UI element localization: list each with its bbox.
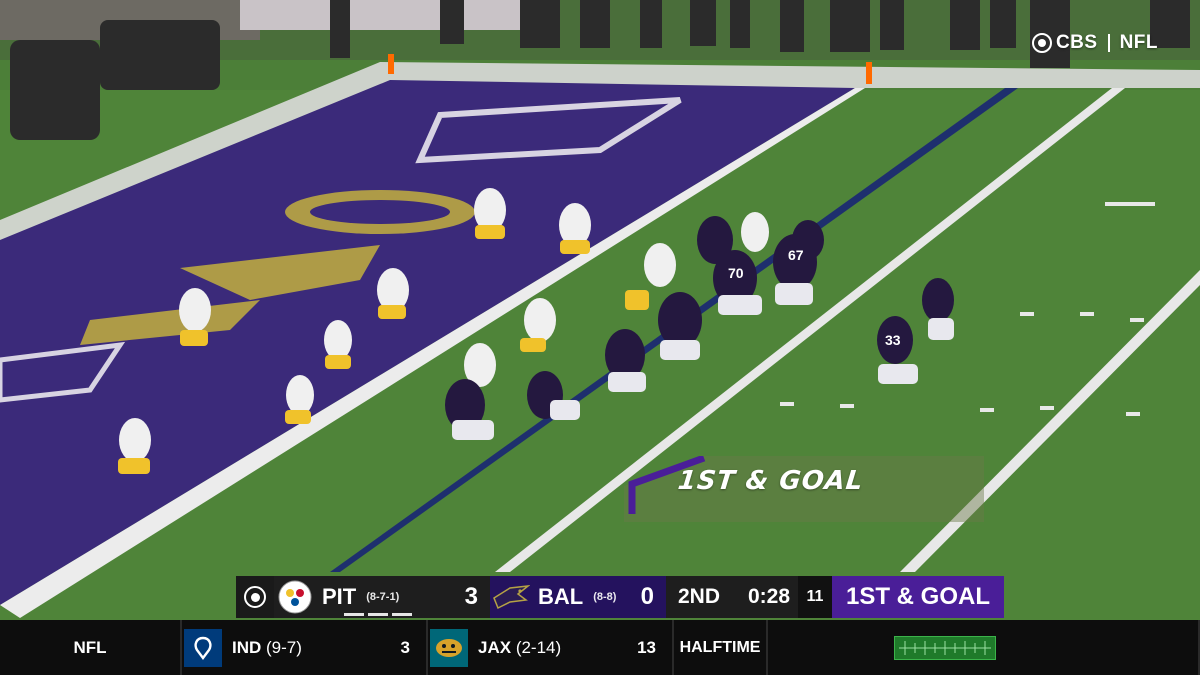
cbs-eye-icon xyxy=(244,586,266,608)
score-ticker: NFL IND (9-7) 3 JAX (2-14) 13 HALFTIME xyxy=(0,620,1200,675)
scorebug-away-team: PIT (8-7-1) 3 xyxy=(274,576,490,618)
mini-field-icon xyxy=(894,635,996,660)
ticker-away-score: 3 xyxy=(400,637,410,657)
game-clock: 2ND 0:28 11 xyxy=(666,576,832,618)
ravens-logo-icon xyxy=(492,578,530,616)
ticker-field-area xyxy=(768,620,1200,675)
ticker-home-team: JAX (2-14) 13 xyxy=(428,620,674,675)
time-remaining: 0:28 xyxy=(748,585,791,608)
steelers-logo-icon xyxy=(276,578,314,616)
bug-divider xyxy=(1107,34,1110,52)
ticker-home-score: 13 xyxy=(637,637,656,657)
play-clock: 11 xyxy=(798,576,832,618)
ticker-game-status: HALFTIME xyxy=(674,620,768,675)
away-team-abbr: PIT xyxy=(322,584,357,609)
down-marker-label: 1ST & GOAL xyxy=(676,466,866,496)
svg-text:33: 33 xyxy=(885,332,901,348)
home-team-record: (8-8) xyxy=(593,591,617,603)
cbs-eye-icon xyxy=(1031,33,1052,53)
home-team-abbr: BAL xyxy=(538,584,584,609)
home-team-score: 0 xyxy=(640,583,654,610)
away-timeouts xyxy=(344,613,412,616)
ticker-away-name: IND (9-7) xyxy=(232,637,302,657)
down-and-distance: 1ST & GOAL xyxy=(832,576,1004,618)
away-team-record: (8-7-1) xyxy=(366,591,400,603)
quarter: 2ND xyxy=(678,585,721,608)
league-bug-label: NFL xyxy=(1119,32,1158,53)
ticker-home-name: JAX (2-14) xyxy=(478,637,562,657)
jaguars-logo-icon xyxy=(430,628,468,667)
svg-text:70: 70 xyxy=(728,265,744,281)
away-team-score: 3 xyxy=(464,583,478,610)
colts-logo-icon xyxy=(184,628,222,667)
football-field: 70 67 33 xyxy=(0,0,1200,620)
ticker-league: NFL xyxy=(0,620,182,675)
scorebug-home-team: BAL (8-8) 0 xyxy=(490,576,666,618)
ticker-away-team: IND (9-7) 3 xyxy=(182,620,428,675)
network-bug-label: CBS xyxy=(1055,32,1098,53)
svg-text:67: 67 xyxy=(788,247,804,263)
network-bug: CBS NFL xyxy=(1031,32,1158,54)
scorebug: PIT (8-7-1) 3 BAL (8-8) 0 2ND 0:28 11 1S… xyxy=(236,576,1004,618)
scorebug-network xyxy=(236,576,274,618)
game-broadcast-frame: 70 67 33 xyxy=(0,0,1200,620)
